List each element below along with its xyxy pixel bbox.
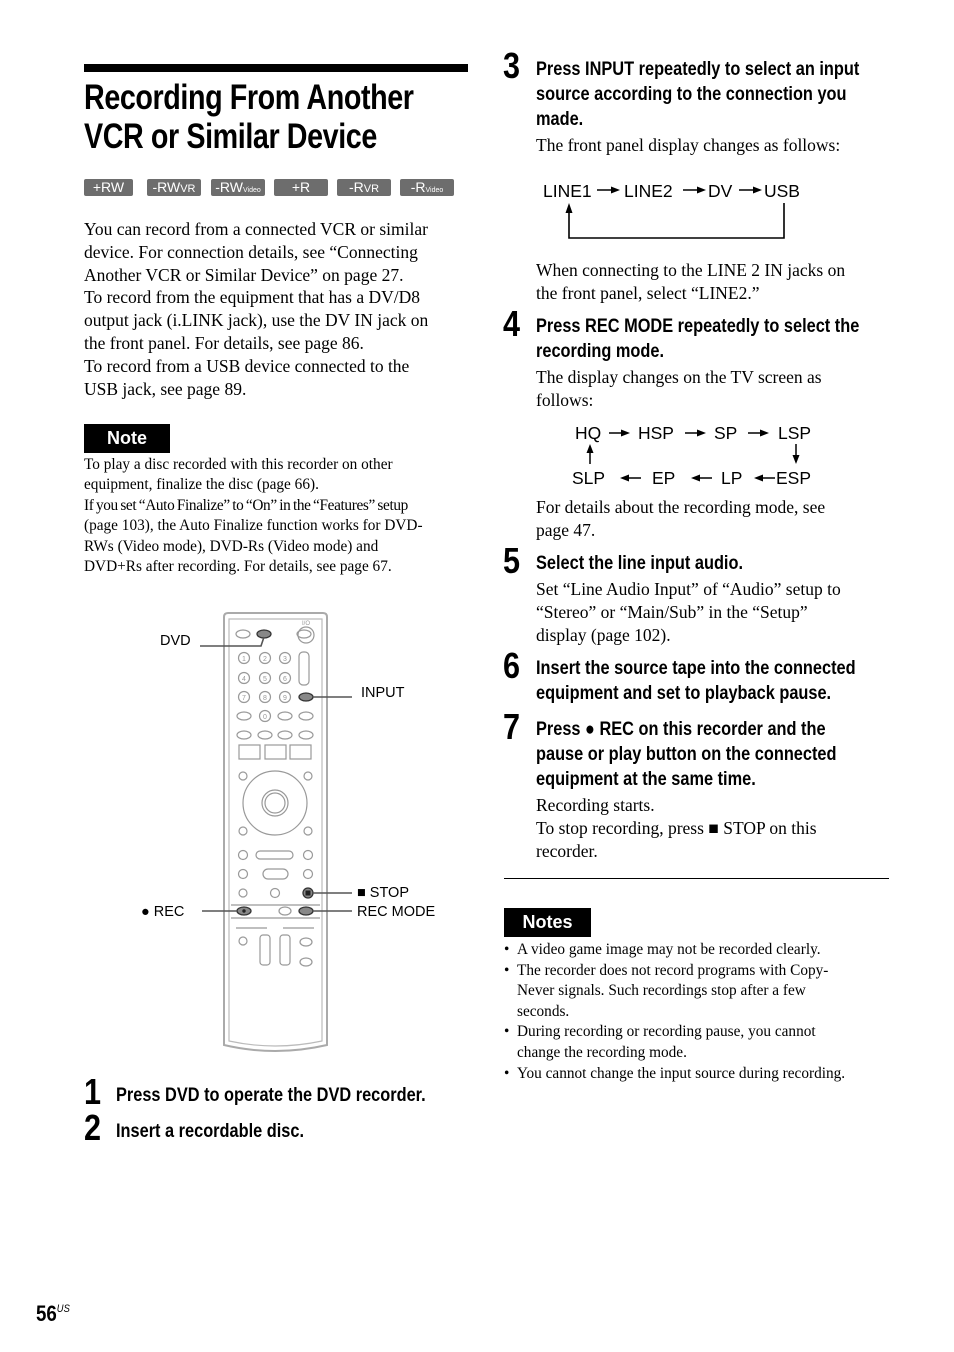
step-3-after: When connecting to the LINE 2 IN jacks o… (536, 260, 846, 303)
arrow-right-icon (621, 429, 630, 437)
notes-item: During recording or recording pause, you… (504, 1022, 894, 1063)
remote-label-stop: ■ STOP (357, 885, 410, 901)
step-5-heading: Select the line input audio. (536, 553, 744, 574)
remote-eject-button (235, 629, 251, 639)
remote-label-input: INPUT (361, 685, 405, 701)
notes-label: Notes (504, 908, 591, 937)
note-label: Note (84, 424, 170, 453)
step-7-number: 7 (503, 706, 521, 747)
rec-mode-flow-arrows (586, 429, 800, 482)
step-6-number: 6 (503, 645, 521, 686)
notes-item: The recorder does not record programs wi… (504, 961, 894, 1023)
svg-text:0: 0 (263, 714, 267, 721)
page-title-line-1: Recording From Another (84, 78, 414, 117)
title-rule (84, 64, 468, 72)
page-title-line-2: VCR or Similar Device (84, 117, 377, 156)
svg-text:5: 5 (263, 676, 267, 683)
step-7-heading: Press ● REC on this recorder and the pau… (536, 719, 837, 790)
badge-minus-rw-video: -RWVideo (211, 179, 265, 196)
arrow-right-icon (753, 186, 762, 194)
step-1-heading: Press DVD to operate the DVD recorder. (116, 1085, 426, 1106)
badge-minus-r-video: -RVideo (400, 179, 454, 196)
svg-text:1: 1 (242, 656, 246, 663)
svg-text:8: 8 (263, 695, 267, 702)
arrow-right-icon (611, 186, 620, 194)
remote-label-rec-mode: REC MODE (357, 904, 436, 920)
arrow-right-icon (697, 186, 706, 194)
remote-power-button (297, 626, 315, 644)
dvd-callout-line (200, 636, 265, 647)
remote-volume-rocker (298, 651, 310, 686)
section-divider (504, 878, 889, 879)
arrow-right-icon (760, 429, 769, 437)
remote-label-dvd: DVD (160, 633, 191, 649)
svg-text:9: 9 (283, 695, 287, 702)
arrow-up-icon (565, 203, 573, 213)
step-4-heading: Press REC MODE repeatedly to select the … (536, 316, 860, 362)
remote-navigation-pad (242, 770, 308, 836)
page-region-suffix: US (56, 1303, 70, 1315)
step-3-number: 3 (503, 45, 521, 86)
step-5-body: Set “Line Audio Input” of “Audio” setup … (536, 579, 841, 645)
remote-rec-mode-button (298, 906, 314, 916)
badge-minus-r-vr: -RVR (337, 179, 391, 196)
note-text: To play a disc recorded with this record… (84, 456, 423, 576)
step-4-body: The display changes on the TV screen as … (536, 367, 822, 410)
svg-text:2: 2 (263, 656, 267, 663)
step-6-heading: Insert the source tape into the connecte… (536, 658, 856, 704)
input-flow-arrows (565, 186, 785, 239)
step-5-number: 5 (503, 540, 521, 581)
remote-label-rec: ● REC (141, 904, 185, 920)
arrow-right-icon (697, 429, 706, 437)
step-3-heading: Press INPUT repeatedly to select an inpu… (536, 59, 860, 130)
arrow-left-icon (620, 474, 629, 482)
remote-pause-button (269, 887, 281, 899)
remote-input-button (298, 692, 314, 702)
svg-text:7: 7 (242, 695, 246, 702)
svg-text:3: 3 (283, 656, 287, 663)
notes-item: A video game image may not be recorded c… (504, 940, 894, 961)
step-4-number: 4 (503, 303, 521, 344)
badge-plus-r: +R (274, 179, 328, 196)
page-title: Recording From Another VCR or Similar De… (84, 78, 428, 156)
arrow-down-icon (792, 455, 800, 464)
step-4-after: For details about the recording mode, se… (536, 497, 826, 540)
loop-back-line (568, 203, 785, 239)
step-1-number: 1 (84, 1071, 102, 1112)
arrow-left-icon (754, 474, 763, 482)
badge-minus-rw-vr: -RWVR (147, 179, 201, 196)
badge-plus-rw: +RW (84, 179, 133, 196)
svg-text:4: 4 (242, 676, 246, 683)
step-3-body: The front panel display changes as follo… (536, 135, 841, 155)
page-number: 56US (36, 1301, 70, 1326)
notes-item: You cannot change the input source durin… (504, 1064, 894, 1085)
svg-text:I/O: I/O (302, 621, 310, 627)
arrow-left-icon (691, 474, 700, 482)
intro-paragraph: You can record from a connected VCR or s… (84, 219, 429, 399)
step-2-number: 2 (84, 1107, 102, 1148)
step-7-body: Recording starts. To stop recording, pre… (536, 795, 817, 861)
remote-control-illustration: 1 2 3 4 5 6 7 8 9 0 I/O (200, 612, 352, 1052)
remote-dvd-button (256, 629, 272, 639)
step-2-heading: Insert a recordable disc. (116, 1121, 304, 1142)
svg-text:6: 6 (283, 676, 287, 683)
arrow-up-icon (586, 444, 594, 453)
notes-list: A video game image may not be recorded c… (504, 940, 894, 1084)
